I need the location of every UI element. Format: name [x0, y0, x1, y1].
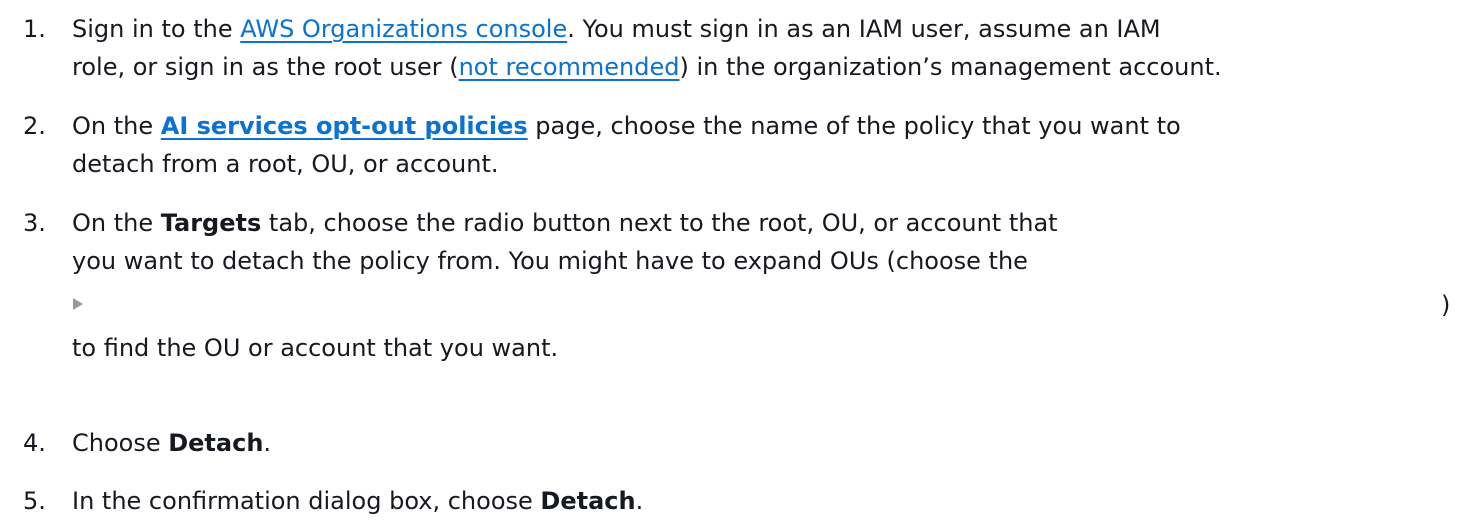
text: page, choose the name of the policy that…: [527, 112, 1181, 140]
aws-organizations-console-link[interactable]: AWS Organizations console: [240, 15, 567, 43]
step-text-line: detach from a root, OU, or account.: [72, 150, 499, 178]
procedure-steps: 1. Sign in to the AWS Organizations cons…: [0, 0, 1465, 525]
text: Sign in to the: [72, 15, 241, 43]
step-number: 2.: [23, 112, 46, 140]
step-text-line: Choose Detach.: [72, 424, 271, 462]
step-number: 1.: [23, 15, 46, 43]
closing-parenthesis: ): [1441, 291, 1451, 319]
expand-arrow-icon[interactable]: [73, 298, 83, 310]
step-text-line: role, or sign in as the root user (not r…: [72, 48, 1222, 86]
text: . You must sign in as an IAM user, assum…: [567, 15, 1161, 43]
text: On the: [72, 112, 161, 140]
text: ) in the organization’s management accou…: [679, 53, 1222, 81]
text: In the confirmation dialog box, choose: [72, 487, 541, 515]
step-text-line: you want to detach the policy from. You …: [72, 247, 1028, 275]
text: tab, choose the radio button next to the…: [261, 209, 1058, 237]
expand-icon-row: ): [0, 291, 1465, 319]
step-text-line: On the AI services opt-out policies page…: [72, 107, 1181, 145]
step-text-line: In the confirmation dialog box, choose D…: [72, 482, 643, 520]
targets-tab-label: Targets: [160, 209, 262, 237]
step-text-line: to find the OU or account that you want.: [72, 334, 559, 362]
step-number: 5.: [23, 487, 46, 515]
not-recommended-link[interactable]: not recommended: [459, 53, 680, 81]
ai-services-opt-out-policies-link[interactable]: AI services opt-out policies: [161, 112, 528, 140]
step-number: 3.: [23, 209, 46, 237]
text: role, or sign in as the root user (: [72, 53, 459, 81]
step-number: 4.: [23, 429, 46, 457]
text: .: [635, 487, 644, 515]
step-text-line: Sign in to the AWS Organizations console…: [72, 10, 1161, 48]
detach-button-label: Detach: [168, 429, 264, 457]
text: Choose: [72, 429, 169, 457]
detach-confirm-label: Detach: [540, 487, 636, 515]
text: On the: [72, 209, 161, 237]
step-text-line: On the Targets tab, choose the radio but…: [72, 204, 1058, 242]
text: .: [263, 429, 272, 457]
